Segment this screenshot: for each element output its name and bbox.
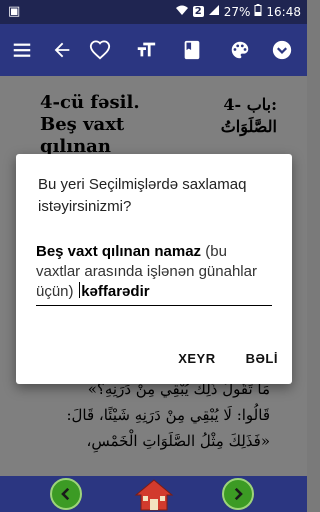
next-button[interactable] xyxy=(222,478,254,510)
status-bar: ▣ 2 27% 16:48 xyxy=(0,0,307,24)
save-favorite-dialog: Bu yeri Seçilmişlərdə saxlamaq istəyirsi… xyxy=(16,154,292,384)
dialog-title: Bu yeri Seçilmişlərdə saxlamaq istəyirsi… xyxy=(38,176,247,215)
bottom-navigation xyxy=(0,476,307,512)
arabic-chapter-number: 4- باب: xyxy=(223,95,277,114)
clock: 16:48 xyxy=(266,4,301,19)
notification-icon: ▣ xyxy=(8,4,21,19)
signal-icon xyxy=(208,4,220,19)
heart-icon[interactable] xyxy=(86,36,114,64)
chevron-down-icon[interactable] xyxy=(268,36,296,64)
arabic-hadith-text: مَا تَقُولُ ذَلِكَ يُبْقِي مِنْ دَرَنِهِ… xyxy=(40,376,270,454)
previous-button[interactable] xyxy=(50,478,82,510)
cancel-button[interactable]: XEYR xyxy=(178,351,215,366)
home-button[interactable] xyxy=(134,478,174,512)
battery-icon xyxy=(254,4,262,19)
status-indicators: 2 27% 16:48 xyxy=(175,4,301,19)
field-bold-text: Beş vaxt qılınan namaz xyxy=(36,243,202,260)
text-size-icon[interactable] xyxy=(132,36,160,64)
palette-icon[interactable] xyxy=(226,36,254,64)
arabic-chapter-title: الصَّلَوَاتُ xyxy=(220,117,277,136)
text-cursor xyxy=(78,282,81,298)
back-arrow-icon[interactable] xyxy=(48,36,76,64)
chapter-heading-arabic: 4- باب: الصَّلَوَاتُ xyxy=(197,94,277,138)
dialog-actions: XEYR BƏLİ xyxy=(178,351,278,366)
wifi-icon xyxy=(175,4,189,19)
book-icon[interactable] xyxy=(178,36,206,64)
field-bold-end-text: kəffarədir xyxy=(81,283,150,300)
chevron-right-icon xyxy=(234,487,243,501)
bookmark-text-field[interactable]: Beş vaxt qılınan namaz (bu vaxtlar arası… xyxy=(36,242,272,306)
confirm-button[interactable]: BƏLİ xyxy=(246,351,278,366)
battery-percent: 27% xyxy=(223,4,251,19)
sim-badge: 2 xyxy=(192,6,204,17)
home-icon xyxy=(134,479,174,511)
chevron-left-icon xyxy=(61,487,70,501)
arabic-line: قَالُوا: لَا يُبْقِي مِنْ دَرَنِهِ شَيْئ… xyxy=(66,406,270,424)
toolbar xyxy=(0,24,307,76)
arabic-line: «فَذَلِكَ مِثْلُ الصَّلَوَاتِ الْخَمْسِ، xyxy=(86,432,270,450)
menu-icon[interactable] xyxy=(8,36,36,64)
